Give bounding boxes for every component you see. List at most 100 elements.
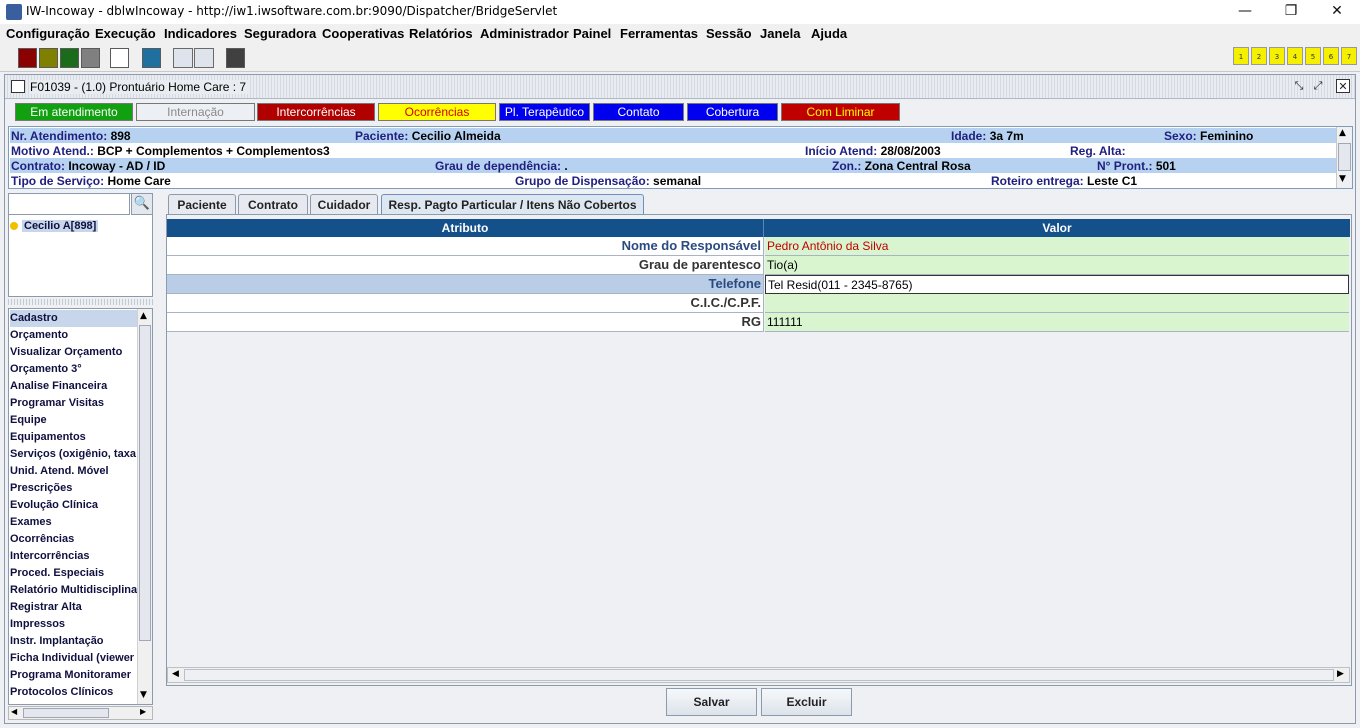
paciente-value: Cecilio Almeida xyxy=(411,129,501,143)
navigation-scrollbar[interactable]: ▲ ▼ xyxy=(137,309,152,704)
nav-item[interactable]: Cadastro xyxy=(10,310,138,327)
tree-view-icon[interactable] xyxy=(173,48,193,68)
nav-item[interactable]: Relatório Multidisciplina xyxy=(10,582,138,599)
grid-hscroll-thumb[interactable] xyxy=(184,669,1334,681)
menu-painel[interactable]: Painel xyxy=(573,26,611,41)
scroll-left-icon[interactable]: ◀ xyxy=(172,669,179,679)
menu-ajuda[interactable]: Ajuda xyxy=(811,26,847,41)
frame-maximize-icon[interactable]: ⤢ xyxy=(1311,79,1325,93)
nav-item[interactable]: Orçamento 3° xyxy=(10,361,138,378)
attribute-cell: Grau de parentesco xyxy=(167,256,764,275)
close-button[interactable]: ✕ xyxy=(1314,0,1360,24)
tab-resp-pagto[interactable]: Resp. Pagto Particular / Itens Não Cober… xyxy=(381,194,644,215)
navigation-hscrollbar[interactable]: ◀ ▶ xyxy=(8,706,153,720)
windows-icon[interactable] xyxy=(194,48,214,68)
grid-hscrollbar[interactable]: ◀ ▶ xyxy=(167,667,1350,683)
nav-item[interactable]: Visualizar Orçamento xyxy=(10,344,138,361)
sexo-value: Feminino xyxy=(1200,129,1254,143)
nav-item[interactable]: Instr. Implantação xyxy=(10,633,138,650)
telefone-value-input[interactable]: Tel Resid(011 - 2345-8765) xyxy=(765,275,1349,294)
color-button-blue[interactable] xyxy=(142,48,161,68)
scroll-down-icon[interactable]: ▼ xyxy=(140,690,147,700)
menu-sessao[interactable]: Sessão xyxy=(706,26,752,41)
table-row: Telefone Tel Resid(011 - 2345-8765) xyxy=(167,275,1350,294)
menu-execucao[interactable]: Execução xyxy=(95,26,156,41)
status-em-atendimento[interactable]: Em atendimento xyxy=(15,103,133,121)
frame-close-icon[interactable]: ✕ xyxy=(1336,79,1350,93)
tab-contrato[interactable]: Contrato xyxy=(238,194,308,215)
color-button-darkgray[interactable] xyxy=(226,48,245,68)
color-button-green[interactable] xyxy=(60,48,79,68)
menu-cooperativas[interactable]: Cooperativas xyxy=(322,26,404,41)
menu-janela[interactable]: Janela xyxy=(760,26,800,41)
save-button[interactable]: Salvar xyxy=(666,688,757,716)
shortcut-button-3[interactable]: 3 xyxy=(1269,47,1285,65)
nav-item[interactable]: Serviços (oxigênio, taxa xyxy=(10,446,138,463)
nav-item[interactable]: Proced. Especiais xyxy=(10,565,138,582)
maximize-button[interactable]: ❐ xyxy=(1268,0,1314,24)
nav-item[interactable]: Programar Visitas xyxy=(10,395,138,412)
frame-minimize-icon[interactable]: ⤡ xyxy=(1292,79,1306,93)
color-button-darkred[interactable] xyxy=(18,48,37,68)
scroll-right-icon[interactable]: ▶ xyxy=(1337,669,1344,679)
nav-item[interactable]: Equipamentos xyxy=(10,429,138,446)
value-cell[interactable]: Tio(a) xyxy=(765,256,1349,275)
menu-indicadores[interactable]: Indicadores xyxy=(164,26,237,41)
status-pl-terapeutico[interactable]: Pl. Terapêutico xyxy=(499,103,590,121)
nav-item[interactable]: Ocorrências xyxy=(10,531,138,548)
shortcut-button-6[interactable]: 6 xyxy=(1323,47,1339,65)
info-scrollbar[interactable]: ▲ ▼ xyxy=(1336,127,1352,188)
status-contato[interactable]: Contato xyxy=(593,103,684,121)
navigation-hscroll-thumb[interactable] xyxy=(23,708,109,718)
panel-splitter[interactable] xyxy=(8,299,153,305)
value-cell[interactable]: Pedro Antônio da Silva xyxy=(765,237,1349,256)
status-ocorrencias[interactable]: Ocorrências xyxy=(378,103,496,121)
scroll-right-icon[interactable]: ▶ xyxy=(140,707,146,716)
nav-item[interactable]: Unid. Atend. Móvel xyxy=(10,463,138,480)
nav-item[interactable]: Exames xyxy=(10,514,138,531)
status-cobertura[interactable]: Cobertura xyxy=(687,103,778,121)
scroll-up-icon[interactable]: ▲ xyxy=(140,311,147,321)
status-intercorrencias[interactable]: Intercorrências xyxy=(257,103,375,121)
search-icon[interactable]: 🔍 xyxy=(131,193,153,215)
shortcut-button-2[interactable]: 2 xyxy=(1251,47,1267,65)
nav-item[interactable]: Prescrições xyxy=(10,480,138,497)
scroll-left-icon[interactable]: ◀ xyxy=(11,707,17,716)
minimize-button[interactable]: — xyxy=(1222,0,1268,24)
menu-seguradora[interactable]: Seguradora xyxy=(244,26,316,41)
shortcut-button-4[interactable]: 4 xyxy=(1287,47,1303,65)
nav-item[interactable]: Programa Monitoramer xyxy=(10,667,138,684)
nav-item[interactable]: Evolução Clínica xyxy=(10,497,138,514)
color-button-gray[interactable] xyxy=(81,48,100,68)
menu-relatorios[interactable]: Relatórios xyxy=(409,26,473,41)
nav-item[interactable]: Registrar Alta xyxy=(10,599,138,616)
shortcut-button-1[interactable]: 1 xyxy=(1233,47,1249,65)
nav-item[interactable]: Equipe xyxy=(10,412,138,429)
nav-item[interactable]: Ficha Individual (viewer xyxy=(10,650,138,667)
color-button-olive[interactable] xyxy=(39,48,58,68)
navigation-scroll-thumb[interactable] xyxy=(139,325,151,641)
shortcut-button-7[interactable]: 7 xyxy=(1341,47,1357,65)
nav-item[interactable]: Impressos xyxy=(10,616,138,633)
menu-administrador[interactable]: Administrador xyxy=(480,26,569,41)
nav-item[interactable]: Protocolos Clínicos xyxy=(10,684,138,701)
info-scroll-thumb[interactable] xyxy=(1338,143,1351,171)
value-cell[interactable] xyxy=(765,294,1349,313)
nav-item[interactable]: Intercorrências xyxy=(10,548,138,565)
patient-list-item[interactable]: Cecilio A[898] xyxy=(22,220,99,232)
delete-button[interactable]: Excluir xyxy=(761,688,852,716)
value-cell[interactable]: 111111 xyxy=(765,313,1349,332)
menu-configuracao[interactable]: Configuração xyxy=(6,26,90,41)
status-com-liminar[interactable]: Com Liminar xyxy=(781,103,900,121)
shortcut-button-5[interactable]: 5 xyxy=(1305,47,1321,65)
scroll-up-icon[interactable]: ▲ xyxy=(1339,128,1346,138)
nav-item[interactable]: Analise Financeira xyxy=(10,378,138,395)
menu-ferramentas[interactable]: Ferramentas xyxy=(620,26,698,41)
tab-cuidador[interactable]: Cuidador xyxy=(310,194,378,215)
status-internacao[interactable]: Internação xyxy=(136,103,255,121)
nav-item[interactable]: Orçamento xyxy=(10,327,138,344)
color-button-white[interactable] xyxy=(110,48,129,68)
patient-search-input[interactable] xyxy=(8,193,130,215)
scroll-down-icon[interactable]: ▼ xyxy=(1339,174,1346,184)
tab-paciente[interactable]: Paciente xyxy=(168,194,236,215)
